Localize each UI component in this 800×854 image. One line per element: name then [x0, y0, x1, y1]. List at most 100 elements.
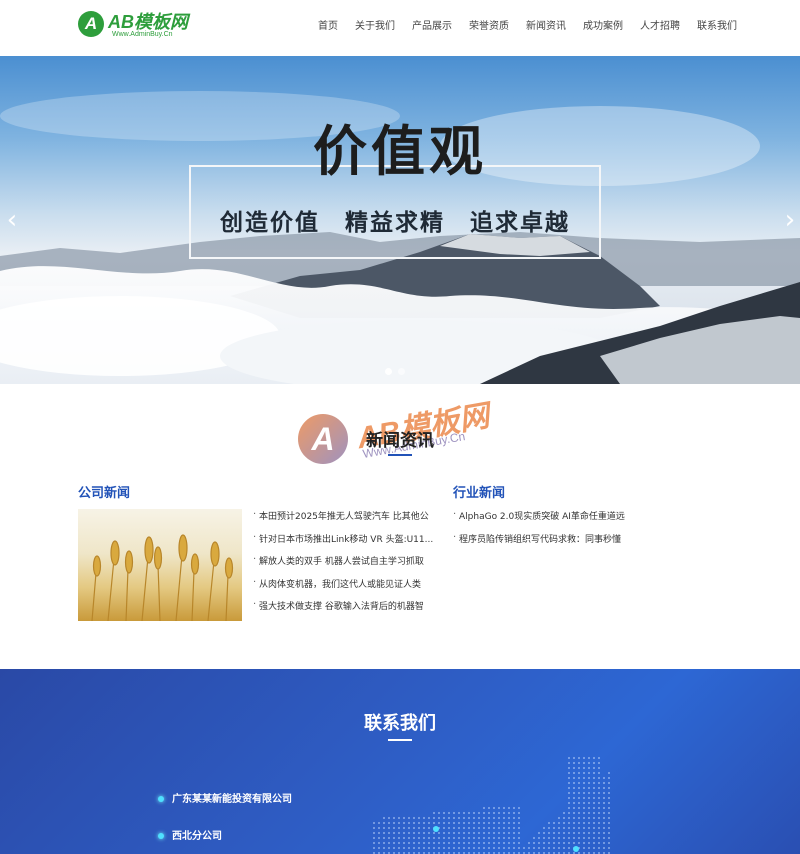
- map-dot: [518, 842, 520, 844]
- map-dot: [433, 817, 435, 819]
- nav-careers[interactable]: 人才招聘: [640, 20, 680, 34]
- map-dot: [488, 822, 490, 824]
- industry-news-title[interactable]: 行业新闻: [453, 482, 505, 501]
- map-dot: [453, 827, 455, 829]
- map-dot: [588, 787, 590, 789]
- map-dot: [578, 787, 580, 789]
- industry-news-list: AlphaGo 2.0现实质突破 AI革命任重道远 程序员陷传销组织写代码求救：…: [453, 510, 643, 555]
- map-dot: [488, 837, 490, 839]
- map-dot: [393, 842, 395, 844]
- map-dot: [418, 842, 420, 844]
- map-dot: [393, 827, 395, 829]
- map-dot: [563, 817, 565, 819]
- map-dot: [593, 797, 595, 799]
- office-item[interactable]: 广东某某新能投资有限公司: [158, 790, 292, 805]
- map-dot: [598, 832, 600, 834]
- company-news-title[interactable]: 公司新闻: [78, 482, 130, 501]
- map-dot: [598, 787, 600, 789]
- map-dot: [418, 827, 420, 829]
- nav-contact[interactable]: 联系我们: [697, 20, 737, 34]
- map-dot: [438, 817, 440, 819]
- chevron-right-icon[interactable]: ›: [782, 206, 798, 234]
- map-dot: [413, 842, 415, 844]
- list-item[interactable]: 解放人类的双手 机器人尝试自主学习抓取: [253, 555, 439, 578]
- map-dot: [608, 837, 610, 839]
- map-dot: [418, 837, 420, 839]
- map-dot: [608, 772, 610, 774]
- map-dot: [553, 827, 555, 829]
- map-dot: [428, 817, 430, 819]
- map-dot: [443, 817, 445, 819]
- nav-home[interactable]: 首页: [318, 20, 338, 34]
- map-dot: [508, 822, 510, 824]
- map-dot: [503, 822, 505, 824]
- map-dot: [558, 822, 560, 824]
- map-dot: [403, 847, 405, 849]
- map-dot: [598, 757, 600, 759]
- nav-news[interactable]: 新闻资讯: [526, 20, 566, 34]
- list-item[interactable]: 强大技术做支撑 谷歌输入法背后的机器智: [253, 600, 439, 623]
- map-dot: [388, 837, 390, 839]
- map-dot: [588, 762, 590, 764]
- map-dot: [443, 847, 445, 849]
- map-dot: [573, 777, 575, 779]
- map-dot: [373, 847, 375, 849]
- map-dot: [583, 847, 585, 849]
- map-dot: [443, 812, 445, 814]
- list-item[interactable]: 针对日本市场推出Link移动 VR 头盔:U11...: [253, 533, 439, 556]
- map-dot: [568, 772, 570, 774]
- map-dot: [498, 837, 500, 839]
- map-dot: [518, 807, 520, 809]
- list-item[interactable]: AlphaGo 2.0现实质突破 AI革命任重道远: [453, 510, 643, 533]
- nav-about[interactable]: 关于我们: [355, 20, 395, 34]
- map-dot: [478, 827, 480, 829]
- map-dot: [588, 832, 590, 834]
- slide-dot[interactable]: [398, 368, 405, 375]
- map-dot: [508, 837, 510, 839]
- chevron-left-icon[interactable]: ‹: [4, 206, 20, 234]
- map-dot: [498, 822, 500, 824]
- map-dot: [448, 812, 450, 814]
- map-dot: [573, 762, 575, 764]
- map-dot: [568, 832, 570, 834]
- map-dot: [608, 842, 610, 844]
- map-dot: [423, 842, 425, 844]
- map-dot: [473, 822, 475, 824]
- list-item[interactable]: 程序员陷传销组织写代码求救：同事秒懂: [453, 533, 643, 556]
- list-item[interactable]: 从肉体变机器，我们这代人或能见证人类: [253, 578, 439, 601]
- map-dot: [408, 832, 410, 834]
- map-dot: [603, 782, 605, 784]
- list-item[interactable]: 本田预计2025年推无人驾驶汽车 比其他公: [253, 510, 439, 533]
- map-dot: [493, 817, 495, 819]
- map-dot: [538, 842, 540, 844]
- nav-honors[interactable]: 荣誉资质: [469, 20, 509, 34]
- map-dot: [603, 812, 605, 814]
- map-dot: [563, 827, 565, 829]
- map-dot: [483, 832, 485, 834]
- map-dot: [533, 837, 535, 839]
- map-dot: [608, 827, 610, 829]
- map-dot: [563, 822, 565, 824]
- map-dot: [413, 832, 415, 834]
- map-dot: [593, 847, 595, 849]
- slide-dot[interactable]: [385, 368, 392, 375]
- map-dot: [443, 837, 445, 839]
- map-dot: [493, 822, 495, 824]
- map-dot: [468, 812, 470, 814]
- map-dot: [458, 837, 460, 839]
- map-dot: [603, 792, 605, 794]
- wheat-field-image[interactable]: [78, 509, 242, 621]
- map-dot: [398, 827, 400, 829]
- map-dot: [608, 792, 610, 794]
- wheat-illustration: [91, 534, 234, 621]
- nav-cases[interactable]: 成功案例: [583, 20, 623, 34]
- map-dot: [478, 847, 480, 849]
- office-item[interactable]: 西北分公司: [158, 827, 222, 842]
- map-dot: [558, 832, 560, 834]
- map-dot: [608, 802, 610, 804]
- map-dot: [598, 812, 600, 814]
- site-logo[interactable]: A AB模板网 Www.AdminBuy.Cn: [78, 11, 188, 43]
- map-dot: [458, 812, 460, 814]
- nav-products[interactable]: 产品展示: [412, 20, 452, 34]
- map-dot: [583, 792, 585, 794]
